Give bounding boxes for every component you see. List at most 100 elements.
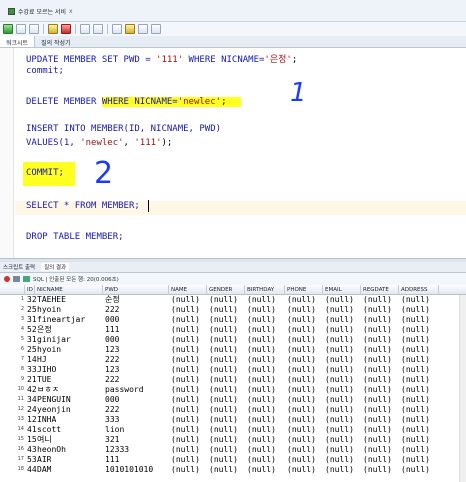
cell-null[interactable]: (null)	[363, 455, 392, 464]
row-number[interactable]: 6	[0, 345, 25, 354]
cell-null[interactable]: (null)	[209, 395, 238, 404]
code-line-insert[interactable]: INSERT INTO MEMBER(ID, NICNAME, PWD)	[26, 124, 221, 134]
cell-null[interactable]: (null)	[325, 465, 354, 474]
tab-query-builder[interactable]: 질의 작성기	[35, 36, 77, 47]
cell-nicname[interactable]: ginijar	[37, 335, 71, 344]
cell-null[interactable]: (null)	[363, 365, 392, 374]
row-number[interactable]: 12	[0, 405, 25, 414]
cell-nicname[interactable]: JIHO	[37, 365, 56, 374]
cell-null[interactable]: (null)	[363, 405, 392, 414]
print-icon[interactable]	[13, 276, 20, 282]
cell-nicname[interactable]: TUE	[37, 375, 51, 384]
table-row[interactable]: 1 32 TAEHEE 순정 (null) (null) (null) (null) (null…	[0, 295, 466, 304]
row-number[interactable]: 1	[0, 295, 25, 304]
cell-pwd[interactable]: 123	[105, 365, 119, 374]
row-number[interactable]: 11	[0, 395, 25, 404]
code-line-drop[interactable]: DROP TABLE MEMBER;	[26, 232, 124, 242]
cell-nicname[interactable]: yeonjin	[37, 405, 71, 414]
cell-null[interactable]: (null)	[171, 445, 200, 454]
table-row[interactable]: 6 25 hyoin 123 (null) (null) (null) (null) (null…	[0, 345, 466, 354]
cell-null[interactable]: (null)	[287, 415, 316, 424]
row-number[interactable]: 2	[0, 305, 25, 314]
cell-null[interactable]: (null)	[209, 295, 238, 304]
table-row[interactable]: 3 31 fineartjar 000 (null) (null) (null) (null)…	[0, 315, 466, 324]
cell-pwd[interactable]: 000	[105, 395, 119, 404]
column-header-gender[interactable]: GENDER	[207, 285, 245, 295]
cell-pwd[interactable]: 111	[105, 455, 119, 464]
cell-null[interactable]: (null)	[247, 335, 276, 344]
cell-nicname[interactable]: heonOh	[37, 445, 66, 454]
export-icon[interactable]	[23, 276, 30, 282]
cell-null[interactable]: (null)	[247, 405, 276, 414]
cell-pwd[interactable]: 222	[105, 305, 119, 314]
cell-null[interactable]: (null)	[325, 435, 354, 444]
cell-null[interactable]: (null)	[171, 325, 200, 334]
cell-null[interactable]: (null)	[171, 305, 200, 314]
column-header-name[interactable]: NAME	[169, 285, 207, 295]
cell-null[interactable]: (null)	[287, 455, 316, 464]
rollback-button[interactable]	[61, 24, 71, 34]
cell-null[interactable]: (null)	[401, 315, 430, 324]
row-number[interactable]: 13	[0, 415, 25, 424]
cell-null[interactable]: (null)	[287, 315, 316, 324]
cell-null[interactable]: (null)	[287, 395, 316, 404]
cell-null[interactable]: (null)	[401, 395, 430, 404]
cell-id[interactable]: 53	[27, 455, 37, 464]
cell-pwd[interactable]: 222	[105, 355, 119, 364]
cell-null[interactable]: (null)	[401, 375, 430, 384]
cell-null[interactable]: (null)	[325, 405, 354, 414]
table-row[interactable]: 11 34 PENGUIN 000 (null) (null) (null) (null) (n…	[0, 395, 466, 404]
column-header-nicname[interactable]: NICNAME	[35, 285, 103, 295]
cell-null[interactable]: (null)	[325, 325, 354, 334]
cell-pwd[interactable]: 111	[105, 325, 119, 334]
row-number[interactable]: 4	[0, 325, 25, 334]
cell-null[interactable]: (null)	[247, 315, 276, 324]
cell-null[interactable]: (null)	[209, 355, 238, 364]
row-number[interactable]: 15	[0, 435, 25, 444]
cell-null[interactable]: (null)	[325, 375, 354, 384]
clear-button[interactable]	[93, 24, 103, 34]
cell-null[interactable]: (null)	[363, 445, 392, 454]
autotrace-button[interactable]	[80, 24, 90, 34]
cell-null[interactable]: (null)	[209, 435, 238, 444]
cell-null[interactable]: (null)	[171, 425, 200, 434]
cell-null[interactable]: (null)	[287, 445, 316, 454]
table-row[interactable]: 5 31 ginijar 000 (null) (null) (null) (null) (nu…	[0, 335, 466, 344]
cell-nicname[interactable]: HJ	[37, 355, 47, 364]
cell-null[interactable]: (null)	[171, 335, 200, 344]
cell-null[interactable]: (null)	[363, 315, 392, 324]
table-row[interactable]: 16 43 heonOh 12333 (null) (null) (null) (null) (…	[0, 445, 466, 454]
cell-nicname[interactable]: PENGUIN	[37, 395, 71, 404]
cell-null[interactable]: (null)	[287, 295, 316, 304]
cell-null[interactable]: (null)	[325, 355, 354, 364]
cell-null[interactable]: (null)	[363, 465, 392, 474]
cell-id[interactable]: 32	[27, 295, 37, 304]
table-row[interactable]: 10 42 ㅂㅎㅈ password (null) (null) (null) (null) (…	[0, 385, 466, 394]
cell-null[interactable]: (null)	[325, 345, 354, 354]
cell-null[interactable]: (null)	[209, 345, 238, 354]
worksheet-tab[interactable]: 수강료 모르는 서비 x	[4, 2, 77, 20]
cell-null[interactable]: (null)	[325, 295, 354, 304]
cell-null[interactable]: (null)	[209, 445, 238, 454]
cell-nicname[interactable]: fineartjar	[37, 315, 85, 324]
cell-null[interactable]: (null)	[247, 305, 276, 314]
cell-null[interactable]: (null)	[247, 355, 276, 364]
cell-null[interactable]: (null)	[209, 455, 238, 464]
cell-null[interactable]: (null)	[325, 425, 354, 434]
table-row[interactable]: 13 12 INHA 333 (null) (null) (null) (null) (null…	[0, 415, 466, 424]
cell-null[interactable]: (null)	[401, 365, 430, 374]
cell-id[interactable]: 43	[27, 445, 37, 454]
cell-null[interactable]: (null)	[209, 415, 238, 424]
row-number[interactable]: 9	[0, 375, 25, 384]
cell-null[interactable]: (null)	[325, 335, 354, 344]
cell-null[interactable]: (null)	[363, 335, 392, 344]
cell-null[interactable]: (null)	[363, 305, 392, 314]
cell-null[interactable]: (null)	[209, 305, 238, 314]
cell-nicname[interactable]: hyoin	[37, 345, 61, 354]
cell-id[interactable]: 12	[27, 415, 37, 424]
row-number[interactable]: 18	[0, 465, 25, 474]
cell-null[interactable]: (null)	[363, 295, 392, 304]
cell-null[interactable]: (null)	[325, 445, 354, 454]
cell-null[interactable]: (null)	[363, 425, 392, 434]
table-row[interactable]: 18 44 DAM 1010101010 (null) (null) (null) (null…	[0, 465, 466, 474]
